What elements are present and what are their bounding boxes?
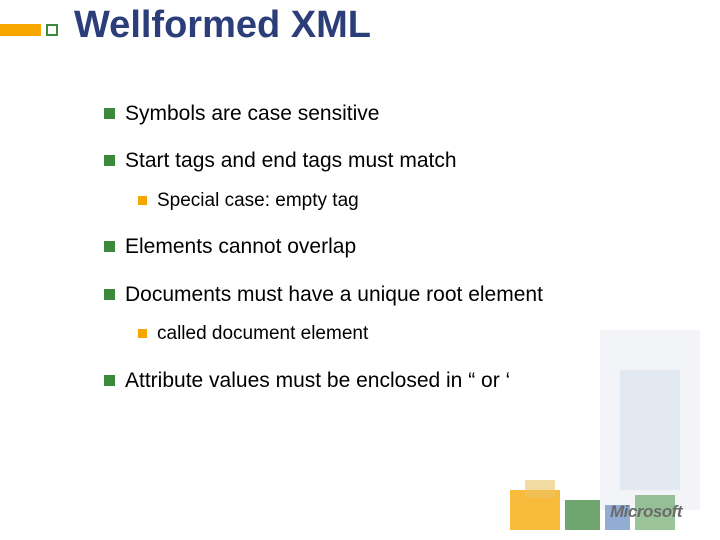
square-bullet-icon — [104, 108, 115, 119]
square-bullet-icon — [104, 289, 115, 300]
bullet-text: Elements cannot overlap — [125, 233, 356, 260]
bullet-text: Start tags and end tags must match — [125, 147, 457, 174]
square-bullet-icon — [104, 155, 115, 166]
slide-title: Wellformed XML — [74, 4, 371, 47]
bullet-text: Symbols are case sensitive — [125, 100, 379, 127]
square-bullet-icon — [104, 375, 115, 386]
top-accent-bar — [0, 24, 41, 36]
sub-bullet-text: Special case: empty tag — [157, 189, 359, 214]
list-item: Documents must have a unique root elemen… — [104, 281, 680, 347]
sub-bullet-text: called document element — [157, 322, 368, 347]
bullet-text: Documents must have a unique root elemen… — [125, 281, 543, 308]
list-item: Attribute values must be enclosed in “ o… — [104, 367, 680, 394]
square-bullet-icon — [138, 329, 147, 338]
list-item: Start tags and end tags must match Speci… — [104, 147, 680, 213]
microsoft-logo: Microsoft — [610, 502, 682, 522]
content-area: Symbols are case sensitive Start tags an… — [104, 100, 680, 414]
square-bullet-icon — [138, 196, 147, 205]
title-bullet-icon — [46, 24, 58, 36]
list-item: Symbols are case sensitive — [104, 100, 680, 127]
list-item: Elements cannot overlap — [104, 233, 680, 260]
bullet-text: Attribute values must be enclosed in “ o… — [125, 367, 510, 394]
square-bullet-icon — [104, 241, 115, 252]
